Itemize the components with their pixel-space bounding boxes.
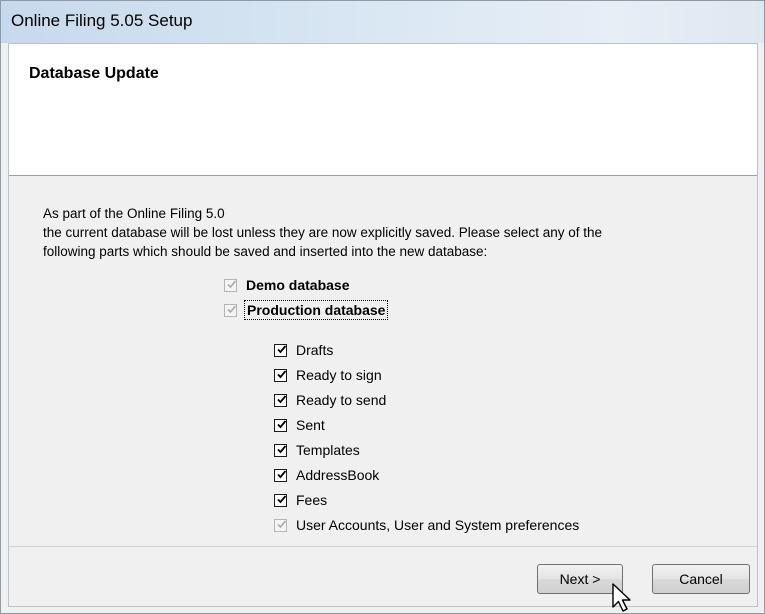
production-database-option: Production database	[224, 300, 389, 320]
checkmark-icon	[277, 394, 287, 403]
setup-window: Online Filing 5.05 Setup Database Update…	[0, 0, 765, 614]
footer-divider	[9, 546, 757, 547]
intro-line: As part of the Online Filing 5.0	[43, 206, 225, 221]
sent-option[interactable]: Sent	[274, 417, 325, 433]
production-database-label: Production database	[243, 300, 389, 320]
cancel-button[interactable]: Cancel	[652, 564, 750, 594]
wizard-header: Database Update	[9, 44, 757, 176]
fees-checkbox[interactable]	[274, 493, 287, 507]
demo-database-option: Demo database	[224, 277, 349, 293]
fees-label: Fees	[296, 492, 328, 508]
fees-option[interactable]: Fees	[274, 492, 327, 508]
demo-database-checkbox	[224, 278, 237, 292]
checkmark-icon	[227, 279, 237, 288]
intro-line: the current database will be lost unless…	[43, 225, 603, 240]
mouse-pointer-icon	[612, 583, 631, 612]
ready-to-send-option[interactable]: Ready to send	[274, 392, 386, 408]
ready-to-sign-label: Ready to sign	[296, 367, 382, 383]
addressbook-option[interactable]: AddressBook	[274, 467, 379, 483]
title-bar[interactable]: Online Filing 5.05 Setup	[1, 1, 764, 43]
window-title: Online Filing 5.05 Setup	[11, 11, 193, 30]
checkmark-icon	[277, 444, 287, 453]
checkmark-icon	[277, 519, 287, 528]
addressbook-checkbox[interactable]	[274, 468, 287, 482]
ready-to-sign-option[interactable]: Ready to sign	[274, 367, 382, 383]
drafts-label: Drafts	[296, 342, 334, 358]
templates-label: Templates	[296, 442, 360, 458]
wizard-client-area: Database Update As part of the Online Fi…	[8, 43, 758, 607]
production-database-checkbox	[224, 303, 237, 317]
intro-text: As part of the Online Filing 5.0 the cur…	[43, 204, 723, 261]
templates-checkbox[interactable]	[274, 443, 287, 457]
drafts-option[interactable]: Drafts	[274, 342, 333, 358]
demo-database-label: Demo database	[246, 277, 350, 293]
sent-label: Sent	[296, 417, 325, 433]
intro-line: following parts which should be saved an…	[43, 244, 488, 259]
user-accounts-option: User Accounts, User and System preferenc…	[274, 517, 579, 533]
checkmark-icon	[277, 469, 287, 478]
page-title: Database Update	[29, 65, 159, 82]
checkmark-icon	[277, 494, 287, 503]
ready-to-send-label: Ready to send	[296, 392, 387, 408]
drafts-checkbox[interactable]	[274, 343, 287, 357]
addressbook-label: AddressBook	[296, 467, 380, 483]
templates-option[interactable]: Templates	[274, 442, 360, 458]
checkmark-icon	[277, 369, 287, 378]
ready-to-send-checkbox[interactable]	[274, 393, 287, 407]
checkmark-icon	[277, 419, 287, 428]
ready-to-sign-checkbox[interactable]	[274, 368, 287, 382]
checkmark-icon	[227, 304, 237, 313]
user-accounts-label: User Accounts, User and System preferenc…	[296, 517, 580, 533]
checkmark-icon	[277, 344, 287, 353]
user-accounts-checkbox	[274, 518, 287, 532]
sent-checkbox[interactable]	[274, 418, 287, 432]
